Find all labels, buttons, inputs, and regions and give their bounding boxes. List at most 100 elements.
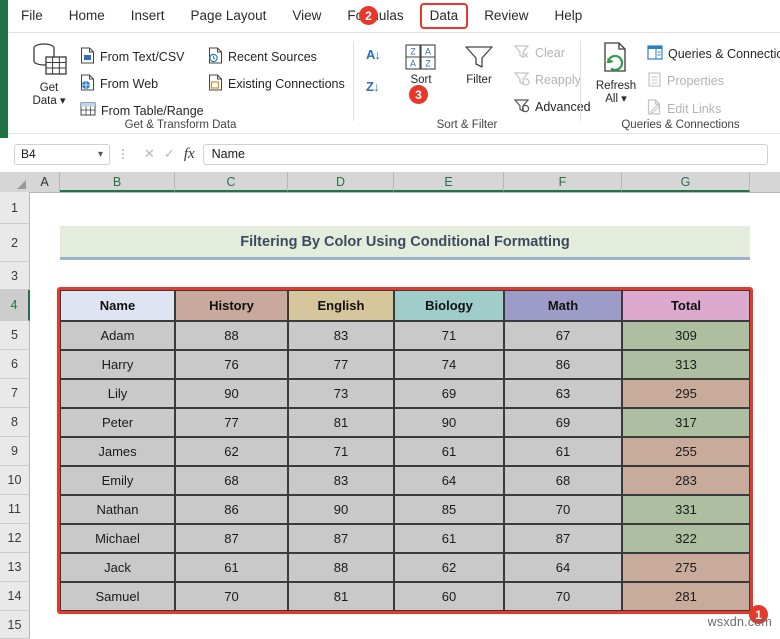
table-header-name[interactable]: Name: [60, 290, 175, 321]
from-text-csv-button[interactable]: From Text/CSV: [80, 47, 185, 67]
table-cell-math[interactable]: 70: [504, 582, 622, 611]
confirm-entry-icon[interactable]: ✓: [164, 146, 175, 162]
table-header-biology[interactable]: Biology: [394, 290, 504, 321]
column-header-e[interactable]: E: [394, 172, 504, 192]
table-cell-math[interactable]: 68: [504, 466, 622, 495]
tab-page-layout[interactable]: Page Layout: [181, 3, 277, 29]
table-cell-history[interactable]: 87: [175, 524, 288, 553]
table-cell-history[interactable]: 61: [175, 553, 288, 582]
table-cell-biology[interactable]: 85: [394, 495, 504, 524]
tab-data[interactable]: Data: [419, 3, 469, 29]
cancel-entry-icon[interactable]: ✕: [144, 146, 155, 162]
table-cell-name[interactable]: Harry: [60, 350, 175, 379]
tab-home[interactable]: Home: [59, 3, 115, 29]
table-cell-math[interactable]: 64: [504, 553, 622, 582]
table-cell-english[interactable]: 88: [288, 553, 394, 582]
tab-view[interactable]: View: [282, 3, 331, 29]
row-header-13[interactable]: 13: [0, 553, 30, 582]
table-cell-total[interactable]: 317: [622, 408, 750, 437]
column-header-f[interactable]: F: [504, 172, 622, 192]
table-cell-name[interactable]: Jack: [60, 553, 175, 582]
table-cell-name[interactable]: Emily: [60, 466, 175, 495]
table-cell-english[interactable]: 81: [288, 408, 394, 437]
table-cell-english[interactable]: 81: [288, 582, 394, 611]
table-header-history[interactable]: History: [175, 290, 288, 321]
row-header-9[interactable]: 9: [0, 437, 30, 466]
edit-links-button[interactable]: Edit Links: [647, 99, 721, 118]
table-cell-name[interactable]: James: [60, 437, 175, 466]
sort-descending-button[interactable]: Z↓: [366, 79, 379, 94]
clear-filter-button[interactable]: Clear: [513, 44, 565, 62]
table-cell-total[interactable]: 283: [622, 466, 750, 495]
get-data-button[interactable]: Get Data ▾: [20, 41, 78, 108]
column-header-a[interactable]: A: [30, 172, 60, 192]
table-cell-biology[interactable]: 62: [394, 553, 504, 582]
table-cell-history[interactable]: 68: [175, 466, 288, 495]
table-cell-history[interactable]: 62: [175, 437, 288, 466]
table-cell-math[interactable]: 87: [504, 524, 622, 553]
table-cell-biology[interactable]: 71: [394, 321, 504, 350]
row-header-4[interactable]: 4: [0, 290, 30, 321]
row-header-15[interactable]: 15: [0, 611, 30, 639]
name-box[interactable]: B4 ▾: [14, 143, 110, 165]
table-cell-english[interactable]: 71: [288, 437, 394, 466]
table-cell-history[interactable]: 90: [175, 379, 288, 408]
table-header-english[interactable]: English: [288, 290, 394, 321]
insert-function-icon[interactable]: fx: [184, 146, 195, 163]
from-web-button[interactable]: From Web: [80, 74, 158, 94]
table-cell-total[interactable]: 313: [622, 350, 750, 379]
table-cell-history[interactable]: 70: [175, 582, 288, 611]
sort-ascending-button[interactable]: A↓: [366, 47, 381, 62]
table-cell-english[interactable]: 90: [288, 495, 394, 524]
properties-button[interactable]: Properties: [647, 72, 724, 90]
column-header-b[interactable]: B: [60, 172, 175, 192]
table-cell-total[interactable]: 281: [622, 582, 750, 611]
table-cell-biology[interactable]: 69: [394, 379, 504, 408]
table-cell-name[interactable]: Peter: [60, 408, 175, 437]
table-cell-math[interactable]: 63: [504, 379, 622, 408]
filter-button[interactable]: Filter: [452, 43, 506, 87]
row-header-2[interactable]: 2: [0, 224, 30, 262]
table-cell-biology[interactable]: 60: [394, 582, 504, 611]
table-cell-biology[interactable]: 61: [394, 437, 504, 466]
table-cell-total[interactable]: 309: [622, 321, 750, 350]
table-cell-math[interactable]: 69: [504, 408, 622, 437]
table-cell-math[interactable]: 70: [504, 495, 622, 524]
table-cell-history[interactable]: 86: [175, 495, 288, 524]
tab-review[interactable]: Review: [474, 3, 538, 29]
reapply-filter-button[interactable]: Reapply: [513, 71, 581, 89]
table-cell-english[interactable]: 77: [288, 350, 394, 379]
table-cell-name[interactable]: Samuel: [60, 582, 175, 611]
queries-connections-button[interactable]: Queries & Connections: [647, 45, 780, 63]
select-all-corner[interactable]: [0, 172, 31, 192]
table-cell-history[interactable]: 76: [175, 350, 288, 379]
column-header-partial[interactable]: [750, 172, 780, 192]
table-cell-english[interactable]: 83: [288, 466, 394, 495]
table-header-total[interactable]: Total: [622, 290, 750, 321]
row-header-11[interactable]: 11: [0, 495, 30, 524]
row-header-7[interactable]: 7: [0, 379, 30, 408]
table-cell-total[interactable]: 255: [622, 437, 750, 466]
table-cell-biology[interactable]: 64: [394, 466, 504, 495]
sort-button[interactable]: Z A A Z Sort: [396, 43, 446, 87]
table-cell-biology[interactable]: 61: [394, 524, 504, 553]
table-cell-total[interactable]: 275: [622, 553, 750, 582]
row-header-14[interactable]: 14: [0, 582, 30, 611]
row-header-8[interactable]: 8: [0, 408, 30, 437]
tab-insert[interactable]: Insert: [121, 3, 175, 29]
table-cell-history[interactable]: 88: [175, 321, 288, 350]
row-header-3[interactable]: 3: [0, 262, 30, 290]
table-cell-total[interactable]: 331: [622, 495, 750, 524]
table-cell-math[interactable]: 67: [504, 321, 622, 350]
column-header-g[interactable]: G: [622, 172, 750, 192]
tab-help[interactable]: Help: [544, 3, 592, 29]
table-cell-biology[interactable]: 90: [394, 408, 504, 437]
table-cell-english[interactable]: 87: [288, 524, 394, 553]
table-cell-name[interactable]: Nathan: [60, 495, 175, 524]
table-cell-biology[interactable]: 74: [394, 350, 504, 379]
refresh-all-button[interactable]: Refresh All ▾: [587, 41, 645, 106]
recent-sources-button[interactable]: Recent Sources: [208, 47, 317, 67]
formula-input[interactable]: Name: [202, 143, 768, 165]
table-cell-total[interactable]: 295: [622, 379, 750, 408]
table-cell-math[interactable]: 86: [504, 350, 622, 379]
